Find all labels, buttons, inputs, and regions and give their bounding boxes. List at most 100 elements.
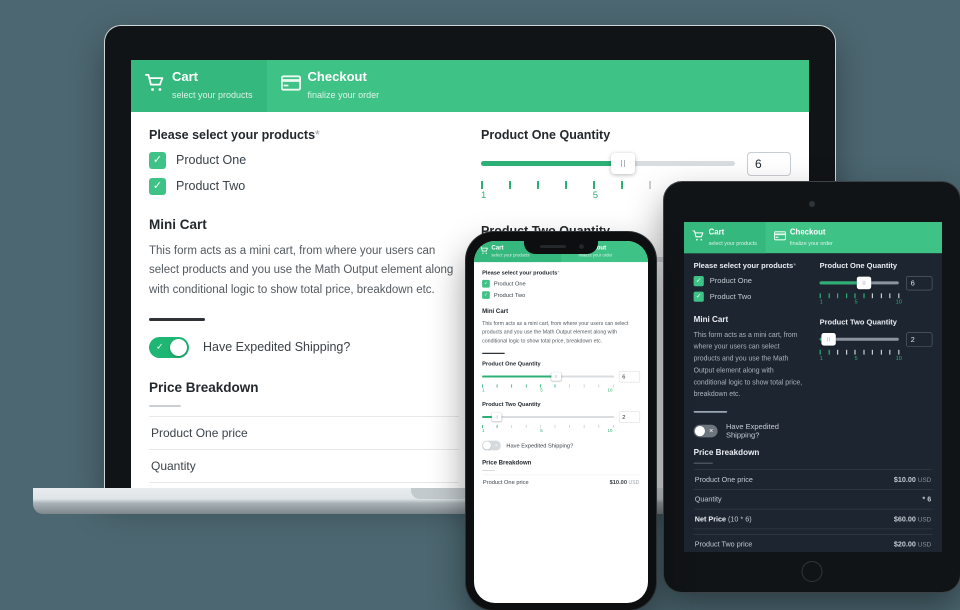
- checkbox-row-product-one[interactable]: ✓ Product One: [482, 279, 640, 288]
- laptop-step-cart[interactable]: Cart select your products: [131, 60, 267, 112]
- slider-track[interactable]: [481, 153, 735, 175]
- slider-handle[interactable]: [611, 153, 636, 175]
- checkbox-row-product-two[interactable]: ✓ Product Two: [149, 177, 459, 195]
- slider-tick-labels: 1 5 10: [819, 298, 902, 306]
- slider-handle[interactable]: [491, 412, 502, 422]
- row-key: Product One price: [694, 475, 753, 484]
- product-two-quantity-slider[interactable]: 2 1 5 10: [482, 411, 641, 433]
- row-key-tail: (10 * 6): [726, 514, 752, 524]
- expedited-shipping-toggle[interactable]: ✕: [482, 440, 501, 451]
- divider: [149, 404, 181, 407]
- product-two-quantity-slider[interactable]: 2 1 5 10: [819, 332, 933, 362]
- divider: [149, 317, 205, 321]
- row-amount: $20.00: [893, 540, 916, 549]
- slider-handle[interactable]: [821, 333, 836, 346]
- toggle-knob: [482, 441, 492, 450]
- product-two-quantity-input[interactable]: 2: [618, 411, 641, 423]
- products-label: Please select your products*: [482, 269, 640, 275]
- checkbox-row-product-two[interactable]: ✓ Product Two: [482, 291, 640, 299]
- tick-label-mid: 5: [592, 189, 599, 201]
- phone-step-cart-title: Cart: [491, 244, 504, 252]
- row-value: $20.00 USD: [894, 540, 931, 548]
- tick-label-max: 10: [895, 298, 902, 306]
- expedited-shipping-row[interactable]: ✕ Have Expedited Shipping?: [482, 440, 640, 451]
- divider: [693, 462, 713, 464]
- tablet-camera-icon: [809, 201, 815, 207]
- slider-two-label: Product Two Quantity: [482, 400, 541, 408]
- row-value: $10.00 USD: [610, 479, 640, 485]
- product-one-quantity-input[interactable]: 6: [906, 275, 933, 291]
- tablet-home-button[interactable]: [801, 561, 823, 582]
- tick-label-max: 10: [895, 354, 902, 362]
- tablet-step-cart[interactable]: Cart select your products: [684, 222, 766, 253]
- tablet-form-scaler: Cart select your products Checkout final…: [684, 222, 942, 552]
- row-key: Product One price: [482, 478, 529, 486]
- checkbox-row-product-one[interactable]: ✓ Product One: [693, 275, 807, 286]
- tick-label-mid: 5: [540, 428, 543, 434]
- phone-step-cart-subtitle: select your products: [491, 252, 530, 258]
- tablet-step-cart-title: Cart: [708, 227, 725, 237]
- tick-label-min: 1: [482, 428, 485, 434]
- slider-track[interactable]: [819, 276, 899, 290]
- products-label-text: Please select your products: [482, 269, 558, 276]
- slider-track[interactable]: [482, 412, 615, 422]
- slider-one-label: Product One Quantity: [482, 360, 541, 367]
- phone-form: Cart select your products Checkout final…: [474, 241, 648, 489]
- slider-tick-labels: 1 5 10: [482, 428, 614, 433]
- checkbox-row-product-two[interactable]: ✓ Product Two: [693, 291, 807, 302]
- front-camera-icon: [579, 244, 584, 249]
- tick-label-mid: 5: [854, 354, 858, 362]
- laptop-step-cart-subtitle: select your products: [172, 89, 253, 100]
- check-icon: ✓: [482, 279, 490, 288]
- expedited-shipping-toggle[interactable]: ✓: [149, 336, 189, 358]
- product-two-label: Product Two: [493, 291, 526, 299]
- product-one-quantity-slider[interactable]: 6 1 5 10: [482, 370, 641, 393]
- tick-label-min: 1: [481, 189, 487, 201]
- slider-handle[interactable]: [551, 372, 561, 381]
- phone-device: Cart select your products Checkout final…: [466, 232, 656, 610]
- tablet-screen: Cart select your products Checkout final…: [684, 222, 942, 552]
- expedited-shipping-row[interactable]: ✕ Have Expedited Shipping?: [693, 422, 807, 440]
- row-key-bold: Net Price: [694, 514, 727, 524]
- phone-screen: Cart select your products Checkout final…: [474, 241, 648, 603]
- product-one-quantity-slider[interactable]: 6 1 5 10: [819, 275, 933, 306]
- required-asterisk: *: [793, 261, 797, 270]
- price-breakdown-heading: Price Breakdown: [693, 447, 760, 457]
- toggle-knob: [170, 338, 187, 356]
- product-two-quantity-input[interactable]: 2: [906, 332, 933, 347]
- divider: [482, 470, 496, 471]
- laptop-step-checkout[interactable]: Checkout finalize your order: [267, 60, 394, 112]
- laptop-price-breakdown-table: Product One price Quantity Net Price (10…: [149, 415, 459, 488]
- tick-label-min: 1: [819, 298, 823, 306]
- slider-track[interactable]: [482, 372, 615, 381]
- checkbox-row-product-one[interactable]: ✓ Product One: [149, 151, 459, 169]
- row-key: Quantity: [694, 495, 722, 504]
- expedited-shipping-label: Have Expedited Shipping?: [726, 422, 779, 440]
- table-row: Product One price: [149, 415, 459, 449]
- slider-handle[interactable]: [856, 276, 872, 290]
- laptop-step-checkout-subtitle: finalize your order: [307, 89, 380, 100]
- row-value: $60.00 USD: [894, 515, 931, 523]
- expedited-shipping-toggle[interactable]: ✕: [693, 424, 718, 438]
- slider-one-label: Product One Quantity: [819, 261, 898, 270]
- mini-cart-body: This form acts as a mini cart, from wher…: [149, 244, 454, 297]
- table-row: Product One price $10.00 USD: [482, 474, 641, 489]
- tick-label-mid: 5: [854, 298, 858, 306]
- products-label: Please select your products*: [149, 128, 459, 142]
- tablet-step-cart-subtitle: select your products: [708, 239, 757, 246]
- row-key: Product One price: [151, 425, 248, 440]
- phone-form-scaler: Cart select your products Checkout final…: [474, 241, 648, 489]
- expedited-shipping-row[interactable]: ✓ Have Expedited Shipping?: [149, 336, 459, 358]
- tablet-step-checkout[interactable]: Checkout finalize your order: [765, 222, 841, 253]
- table-row: Product One price $10.00 USD: [693, 469, 933, 489]
- mini-cart-body: This form acts as a mini cart, from wher…: [482, 319, 629, 344]
- laptop-step-bar: Cart select your products Checkout final…: [131, 60, 809, 112]
- product-one-quantity-input[interactable]: 6: [618, 370, 641, 383]
- phone-notch: [524, 239, 598, 254]
- product-one-quantity-input[interactable]: 6: [747, 151, 791, 176]
- slider-track[interactable]: [819, 333, 899, 346]
- tablet-form: Cart select your products Checkout final…: [684, 222, 942, 552]
- expedited-shipping-label: Have Expedited Shipping?: [203, 340, 351, 355]
- tablet-step-checkout-subtitle: finalize your order: [789, 239, 833, 246]
- table-row: Quantity: [149, 448, 459, 482]
